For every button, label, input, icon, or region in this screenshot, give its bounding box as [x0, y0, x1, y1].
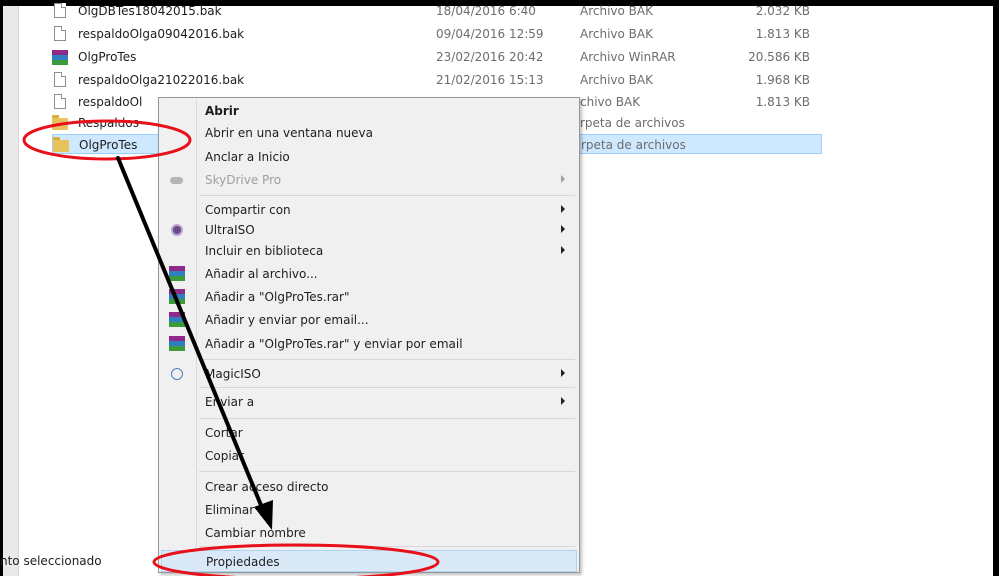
- menu-item-magiciso[interactable]: MagicISO: [161, 363, 577, 385]
- file-size: 20.586 KB: [748, 50, 810, 64]
- submenu-arrow-icon: [561, 246, 565, 254]
- menu-item-label: Cambiar nombre: [205, 526, 306, 540]
- menu-item-label: UltraISO: [205, 223, 255, 237]
- folder-icon: [53, 137, 69, 153]
- menu-item-label: Copiar: [205, 449, 244, 463]
- menu-separator: [199, 418, 575, 419]
- file-name: respaldoOl: [78, 95, 143, 109]
- file-name: OlgProTes: [79, 138, 138, 152]
- file-type: chivo BAK: [580, 95, 641, 109]
- menu-item-label: Añadir al archivo...: [205, 267, 318, 281]
- menu-separator: [199, 387, 575, 388]
- file-type: rpeta de archivos: [581, 138, 686, 152]
- menu-item-cambiar-nombre[interactable]: Cambiar nombre: [161, 522, 577, 544]
- file-row[interactable]: OlgProTes 23/02/2016 20:42 Archivo WinRA…: [52, 47, 822, 67]
- document-icon: [52, 3, 68, 19]
- menu-item-ultraiso[interactable]: UltraISO: [161, 219, 577, 241]
- menu-item-eliminar[interactable]: Eliminar: [161, 499, 577, 521]
- winrar-icon: [169, 336, 185, 352]
- menu-item-incluir-biblioteca[interactable]: Incluir en biblioteca: [161, 240, 577, 262]
- file-name: Respaldos: [78, 116, 139, 130]
- menu-separator: [199, 359, 575, 360]
- file-type: Archivo BAK: [580, 4, 653, 18]
- file-name: OlgProTes: [78, 50, 137, 64]
- menu-item-label: SkyDrive Pro: [205, 173, 282, 187]
- magiciso-icon: [169, 366, 185, 382]
- file-type: Archivo BAK: [580, 73, 653, 87]
- file-date: 23/02/2016 20:42: [436, 50, 544, 64]
- file-type: Archivo WinRAR: [580, 50, 676, 64]
- menu-item-anadir-enviar-email[interactable]: Añadir y enviar por email...: [161, 309, 577, 331]
- file-size: 1.813 KB: [755, 27, 810, 41]
- menu-item-label: Cortar: [205, 426, 243, 440]
- file-row[interactable]: respaldoOlga21022016.bak 21/02/2016 15:1…: [52, 70, 822, 90]
- menu-item-label: Crear acceso directo: [205, 480, 329, 494]
- menu-item-label: Compartir con: [205, 203, 291, 217]
- menu-item-label: Eliminar: [205, 503, 255, 517]
- menu-item-label: Añadir y enviar por email...: [205, 313, 369, 327]
- menu-item-anadir-rar-enviar-email[interactable]: Añadir a "OlgProTes.rar" y enviar por em…: [161, 333, 577, 355]
- submenu-arrow-icon: [561, 397, 565, 405]
- menu-item-label: Incluir en biblioteca: [205, 244, 324, 258]
- menu-item-propiedades[interactable]: Propiedades: [161, 550, 577, 572]
- menu-item-skydrive-pro[interactable]: SkyDrive Pro: [161, 169, 577, 191]
- file-size: 1.968 KB: [755, 73, 810, 87]
- document-icon: [52, 72, 68, 88]
- cloud-icon: [169, 172, 185, 188]
- file-type: rpeta de archivos: [580, 116, 685, 130]
- menu-item-cortar[interactable]: Cortar: [161, 422, 577, 444]
- file-date: 18/04/2016 6:40: [436, 4, 536, 18]
- file-name: OlgDBTes18042015.bak: [78, 4, 222, 18]
- menu-item-label: Propiedades: [206, 555, 280, 569]
- submenu-arrow-icon: [561, 225, 565, 233]
- menu-separator: [199, 546, 575, 547]
- menu-item-anadir-rar[interactable]: Añadir a "OlgProTes.rar": [161, 286, 577, 308]
- menu-item-label: Añadir a "OlgProTes.rar": [205, 290, 350, 304]
- menu-item-enviar-a[interactable]: Enviar a: [161, 391, 577, 413]
- winrar-icon: [169, 312, 185, 328]
- file-row[interactable]: respaldoOlga09042016.bak 09/04/2016 12:5…: [52, 24, 822, 44]
- file-size: 2.032 KB: [755, 4, 810, 18]
- file-size: 1.813 KB: [755, 95, 810, 109]
- menu-item-copiar[interactable]: Copiar: [161, 445, 577, 467]
- status-bar-text: nto seleccionado: [0, 554, 102, 568]
- file-type: Archivo BAK: [580, 27, 653, 41]
- menu-item-label: Abrir: [205, 104, 239, 118]
- winrar-icon: [169, 266, 185, 282]
- file-date: 09/04/2016 12:59: [436, 27, 544, 41]
- menu-item-crear-acceso-directo[interactable]: Crear acceso directo: [161, 476, 577, 498]
- menu-item-label: Anclar a Inicio: [205, 150, 290, 164]
- menu-item-anclar-inicio[interactable]: Anclar a Inicio: [161, 146, 577, 168]
- menu-item-label: MagicISO: [205, 367, 261, 381]
- winrar-icon: [169, 289, 185, 305]
- submenu-arrow-icon: [561, 175, 565, 183]
- submenu-arrow-icon: [561, 369, 565, 377]
- frame-right: [993, 0, 999, 576]
- menu-separator: [199, 471, 575, 472]
- file-name: respaldoOlga09042016.bak: [78, 27, 245, 41]
- file-date: 21/02/2016 15:13: [436, 73, 544, 87]
- menu-item-abrir[interactable]: Abrir: [161, 100, 577, 122]
- navigation-pane-edge[interactable]: [3, 6, 19, 576]
- menu-item-label: Añadir a "OlgProTes.rar" y enviar por em…: [205, 337, 463, 351]
- document-icon: [52, 94, 68, 110]
- winrar-icon: [52, 49, 68, 65]
- file-name: respaldoOlga21022016.bak: [78, 73, 245, 87]
- context-menu: Abrir Abrir en una ventana nueva Anclar …: [158, 97, 580, 573]
- menu-item-compartir-con[interactable]: Compartir con: [161, 199, 577, 221]
- menu-item-anadir-archivo[interactable]: Añadir al archivo...: [161, 263, 577, 285]
- menu-item-label: Abrir en una ventana nueva: [205, 126, 373, 140]
- menu-item-abrir-nueva-ventana[interactable]: Abrir en una ventana nueva: [161, 122, 577, 144]
- menu-item-label: Enviar a: [205, 395, 255, 409]
- folder-icon: [52, 115, 68, 131]
- submenu-arrow-icon: [561, 205, 565, 213]
- file-row[interactable]: OlgDBTes18042015.bak 18/04/2016 6:40 Arc…: [52, 1, 822, 21]
- ultraiso-icon: [169, 222, 185, 238]
- menu-separator: [199, 195, 575, 196]
- document-icon: [52, 26, 68, 42]
